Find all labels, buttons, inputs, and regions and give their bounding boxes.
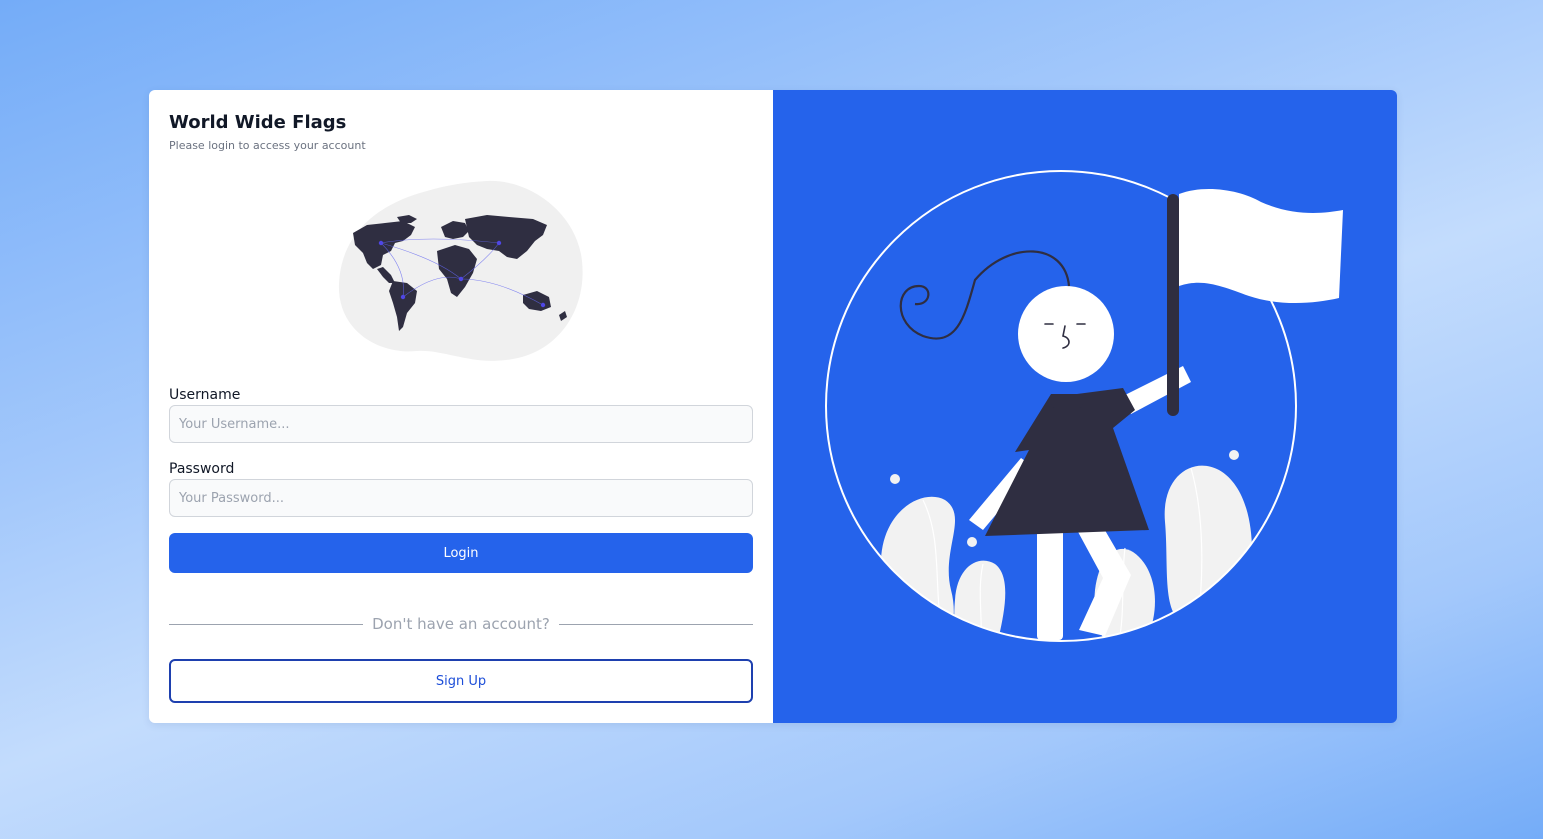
login-card: World Wide Flags Please login to access …	[149, 90, 1397, 723]
signup-button[interactable]: Sign Up	[169, 659, 753, 703]
divider-line-right	[559, 623, 753, 625]
world-map-illustration	[337, 179, 585, 363]
app-title: World Wide Flags	[169, 112, 347, 133]
divider-line-left	[169, 623, 363, 625]
login-button[interactable]: Login	[169, 533, 753, 573]
username-input[interactable]	[169, 405, 753, 443]
person-with-flag-illustration	[825, 170, 1343, 642]
signup-prompt: Don't have an account?	[372, 615, 550, 633]
signup-divider: Don't have an account?	[169, 614, 753, 634]
password-input[interactable]	[169, 479, 753, 517]
login-panel: World Wide Flags Please login to access …	[149, 90, 773, 723]
password-label: Password	[169, 461, 235, 477]
username-label: Username	[169, 387, 241, 403]
illustration-panel	[773, 90, 1397, 723]
app-subtitle: Please login to access your account	[169, 139, 366, 152]
